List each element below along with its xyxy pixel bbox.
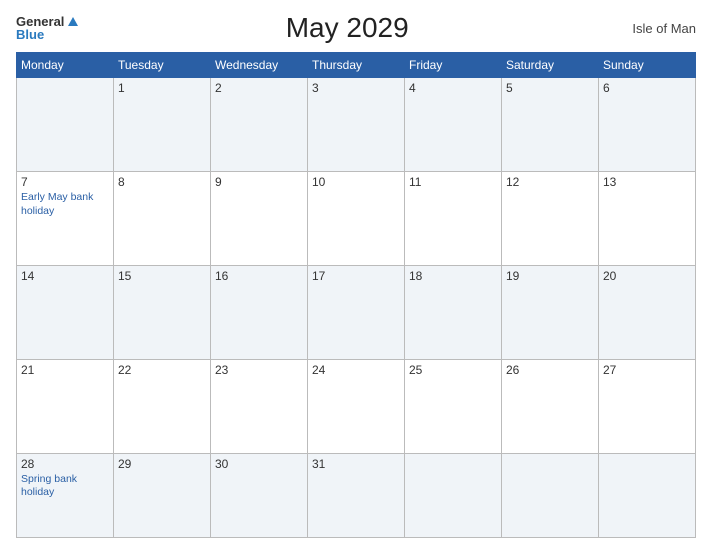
calendar-day-cell: [17, 78, 114, 172]
calendar-day-cell: 9: [211, 171, 308, 265]
calendar-day-cell: 7 Early May bank holiday: [17, 171, 114, 265]
logo: General Blue: [16, 15, 78, 41]
day-number: 19: [506, 269, 594, 283]
calendar-day-cell: [502, 453, 599, 537]
calendar-header-row: Monday Tuesday Wednesday Thursday Friday…: [17, 53, 696, 78]
header: General Blue May 2029 Isle of Man: [16, 12, 696, 44]
calendar-day-cell: 26: [502, 359, 599, 453]
day-number: 11: [409, 175, 497, 189]
calendar-week-row: 123456: [17, 78, 696, 172]
calendar-day-cell: 8: [114, 171, 211, 265]
calendar-day-cell: 24: [308, 359, 405, 453]
calendar-day-cell: 1: [114, 78, 211, 172]
calendar-table: Monday Tuesday Wednesday Thursday Friday…: [16, 52, 696, 538]
day-number: 2: [215, 81, 303, 95]
day-number: 12: [506, 175, 594, 189]
calendar-week-row: 7 Early May bank holiday 89 10 11 12 13: [17, 171, 696, 265]
col-monday: Monday: [17, 53, 114, 78]
day-number: 1: [118, 81, 206, 95]
day-number: 9: [215, 175, 303, 189]
day-number: 18: [409, 269, 497, 283]
logo-blue-text: Blue: [16, 28, 44, 41]
calendar-week-row: 14 15 16 17 18 19 20: [17, 265, 696, 359]
day-number: 25: [409, 363, 497, 377]
day-number: 20: [603, 269, 691, 283]
calendar-day-cell: 29: [114, 453, 211, 537]
calendar-day-cell: 4: [405, 78, 502, 172]
logo-triangle-icon: [68, 17, 78, 26]
calendar-day-cell: 17: [308, 265, 405, 359]
calendar-day-cell: 15: [114, 265, 211, 359]
calendar-day-cell: [599, 453, 696, 537]
day-number: 27: [603, 363, 691, 377]
calendar-day-cell: 3: [308, 78, 405, 172]
page: General Blue May 2029 Isle of Man Monday…: [0, 0, 712, 550]
day-event: Spring bank holiday: [21, 473, 77, 499]
calendar-day-cell: 23: [211, 359, 308, 453]
day-number: 29: [118, 457, 206, 471]
calendar-day-cell: [405, 453, 502, 537]
day-number: 13: [603, 175, 691, 189]
region-label: Isle of Man: [616, 21, 696, 36]
calendar-day-cell: 20: [599, 265, 696, 359]
col-tuesday: Tuesday: [114, 53, 211, 78]
col-saturday: Saturday: [502, 53, 599, 78]
calendar-day-cell: 18: [405, 265, 502, 359]
day-number: 4: [409, 81, 497, 95]
day-number: 28: [21, 457, 109, 471]
calendar-day-cell: 30: [211, 453, 308, 537]
day-number: 7: [21, 175, 109, 189]
day-number: 15: [118, 269, 206, 283]
day-number: 16: [215, 269, 303, 283]
col-friday: Friday: [405, 53, 502, 78]
calendar-day-cell: 22: [114, 359, 211, 453]
day-number: 10: [312, 175, 400, 189]
day-number: 3: [312, 81, 400, 95]
calendar-day-cell: 31: [308, 453, 405, 537]
month-title: May 2029: [78, 12, 616, 44]
calendar-day-cell: 6: [599, 78, 696, 172]
day-number: 6: [603, 81, 691, 95]
calendar-day-cell: 28 Spring bank holiday: [17, 453, 114, 537]
calendar-day-cell: 11: [405, 171, 502, 265]
day-number: 5: [506, 81, 594, 95]
calendar-day-cell: 25: [405, 359, 502, 453]
day-number: 14: [21, 269, 109, 283]
day-event: Early May bank holiday: [21, 191, 93, 217]
calendar-day-cell: 5: [502, 78, 599, 172]
calendar-day-cell: 12: [502, 171, 599, 265]
day-number: 21: [21, 363, 109, 377]
calendar-day-cell: 14: [17, 265, 114, 359]
calendar-day-cell: 2: [211, 78, 308, 172]
day-number: 26: [506, 363, 594, 377]
day-number: 17: [312, 269, 400, 283]
day-number: 30: [215, 457, 303, 471]
calendar-week-row: 28 Spring bank holiday 29 30 31: [17, 453, 696, 537]
day-number: 22: [118, 363, 206, 377]
calendar-day-cell: 19: [502, 265, 599, 359]
col-sunday: Sunday: [599, 53, 696, 78]
day-number: 8: [118, 175, 206, 189]
col-wednesday: Wednesday: [211, 53, 308, 78]
calendar-day-cell: 13: [599, 171, 696, 265]
col-thursday: Thursday: [308, 53, 405, 78]
calendar-week-row: 21 22 23 24 25 26 27: [17, 359, 696, 453]
day-number: 31: [312, 457, 400, 471]
day-number: 24: [312, 363, 400, 377]
calendar-day-cell: 21: [17, 359, 114, 453]
calendar-day-cell: 27: [599, 359, 696, 453]
calendar-day-cell: 10: [308, 171, 405, 265]
calendar-day-cell: 16: [211, 265, 308, 359]
day-number: 23: [215, 363, 303, 377]
